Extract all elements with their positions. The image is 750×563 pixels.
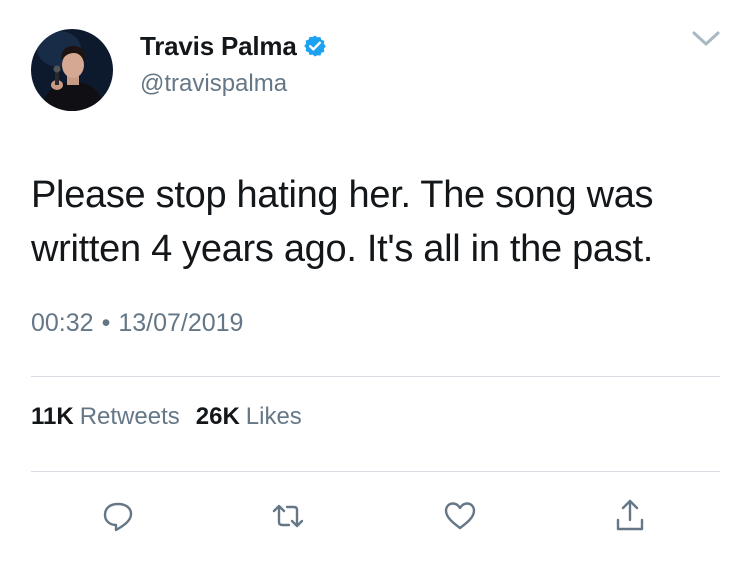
display-name[interactable]: Travis Palma: [140, 31, 297, 62]
like-icon[interactable]: [440, 496, 480, 536]
retweets-label: Retweets: [79, 403, 180, 430]
avatar[interactable]: [31, 29, 113, 111]
profile-photo-icon: [31, 29, 113, 111]
engagement-stats: 11K Retweets 26K Likes: [31, 403, 302, 431]
likes-count: 26K: [195, 403, 240, 430]
divider: [31, 376, 720, 377]
tweet-date: 13/07/2019: [118, 309, 244, 337]
user-handle[interactable]: @travispalma: [140, 70, 287, 98]
display-name-row[interactable]: Travis Palma: [140, 30, 327, 62]
share-icon[interactable]: [610, 496, 650, 536]
separator-dot: •: [101, 309, 111, 337]
chevron-down-icon[interactable]: [690, 28, 722, 50]
likes-stat[interactable]: 26K Likes: [196, 403, 302, 430]
timestamp[interactable]: 00:32 • 13/07/2019: [31, 309, 243, 338]
verified-badge-icon: [303, 34, 327, 58]
likes-label: Likes: [245, 403, 302, 430]
divider: [31, 471, 720, 472]
tweet-text: Please stop hating her. The song was wri…: [31, 174, 654, 270]
retweets-count: 11K: [31, 403, 74, 430]
retweet-icon[interactable]: [268, 496, 308, 536]
tweet-time: 00:32: [31, 309, 94, 337]
retweets-stat[interactable]: 11K Retweets: [31, 403, 180, 430]
reply-icon[interactable]: [98, 496, 138, 536]
